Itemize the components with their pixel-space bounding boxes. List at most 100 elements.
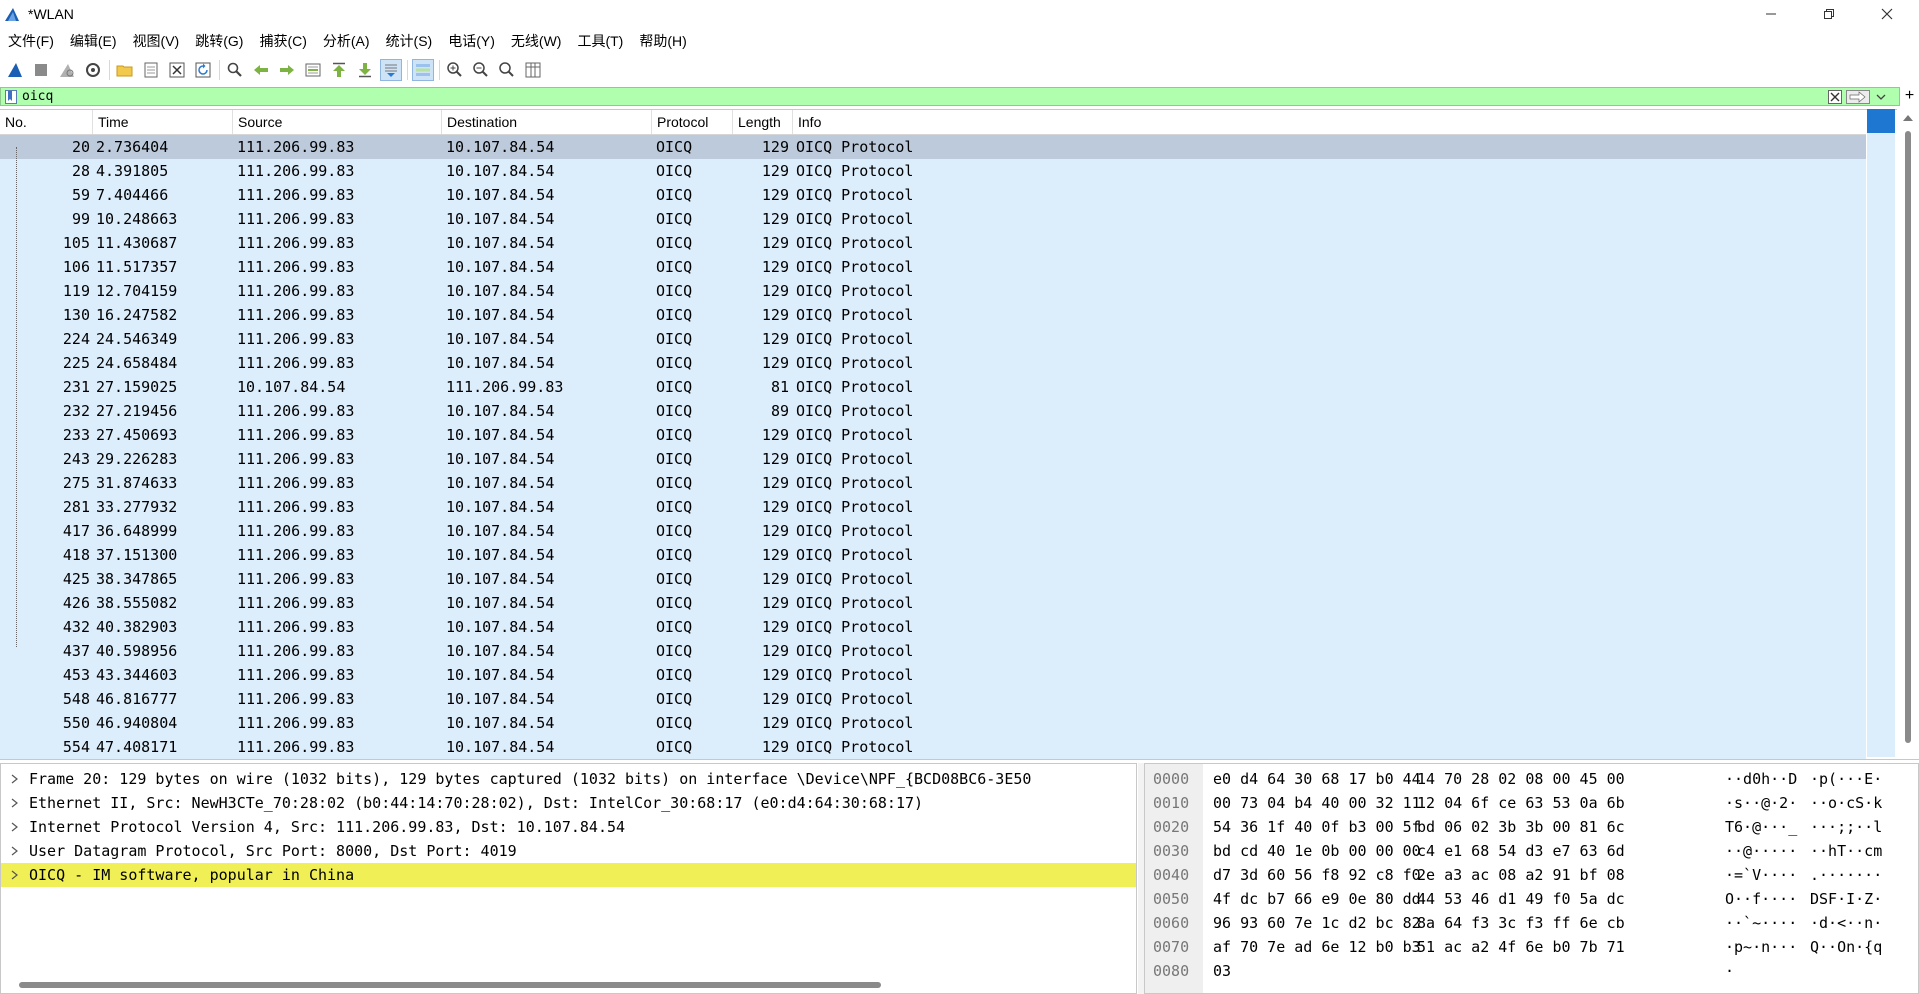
packet-row[interactable]: 59 7.404466 111.206.99.83 10.107.84.54 OICQ 1… bbox=[0, 183, 1866, 207]
start-capture-button[interactable] bbox=[4, 59, 26, 81]
packet-row[interactable]: 106 11.517357 111.206.99.83 10.107.84.54 OIC… bbox=[0, 255, 1866, 279]
column-time[interactable]: Time bbox=[93, 110, 233, 134]
chevron-right-icon[interactable] bbox=[9, 863, 21, 887]
menu-view[interactable]: 视图(V) bbox=[125, 29, 188, 53]
clear-filter-icon[interactable] bbox=[1828, 90, 1842, 104]
last-packet-button[interactable] bbox=[354, 59, 376, 81]
menu-go[interactable]: 跳转(G) bbox=[187, 29, 251, 53]
byte-row[interactable]: 0020 54 36 1f 40 0f b3 00 5f bd 06 02 3b 3… bbox=[1145, 815, 1915, 839]
packet-minimap[interactable] bbox=[1867, 109, 1895, 757]
restore-button[interactable] bbox=[1800, 0, 1858, 28]
autoscroll-button[interactable] bbox=[380, 59, 402, 81]
detail-frame[interactable]: Frame 20: 129 bytes on wire (1032 bits),… bbox=[1, 767, 1136, 791]
byte-row[interactable]: 0050 4f dc b7 66 e9 0e 80 dd 44 53 46 d1 4… bbox=[1145, 887, 1915, 911]
packet-row[interactable]: 233 27.450693 111.206.99.83 10.107.84.54 OIC… bbox=[0, 423, 1866, 447]
packet-row[interactable]: 432 40.382903 111.206.99.83 10.107.84.54 OIC… bbox=[0, 615, 1866, 639]
chevron-right-icon[interactable] bbox=[9, 791, 21, 815]
packet-row[interactable]: 130 16.247582 111.206.99.83 10.107.84.54 OIC… bbox=[0, 303, 1866, 327]
column-protocol[interactable]: Protocol bbox=[652, 110, 733, 134]
packet-row[interactable]: 225 24.658484 111.206.99.83 10.107.84.54 OIC… bbox=[0, 351, 1866, 375]
open-file-button[interactable] bbox=[114, 59, 136, 81]
byte-row[interactable]: 0070 af 70 7e ad 6e 12 b0 b3 51 ac a2 4f 6… bbox=[1145, 935, 1915, 959]
menu-capture[interactable]: 捕获(C) bbox=[251, 29, 314, 53]
apply-filter-arrow-icon[interactable] bbox=[1846, 90, 1870, 104]
first-packet-button[interactable] bbox=[328, 59, 350, 81]
packet-row[interactable]: 105 11.430687 111.206.99.83 10.107.84.54 OIC… bbox=[0, 231, 1866, 255]
packet-list-scrollbar[interactable] bbox=[1897, 109, 1919, 757]
packet-row[interactable]: 119 12.704159 111.206.99.83 10.107.84.54 OIC… bbox=[0, 279, 1866, 303]
scroll-up-arrow-icon[interactable] bbox=[1903, 115, 1913, 121]
restart-capture-button[interactable] bbox=[56, 59, 78, 81]
menu-edit[interactable]: 编辑(E) bbox=[62, 29, 125, 53]
close-window-button[interactable] bbox=[1858, 0, 1916, 28]
go-back-button[interactable] bbox=[250, 59, 272, 81]
packet-row[interactable]: 231 27.159025 10.107.84.54 111.206.99.83 OIC… bbox=[0, 375, 1866, 399]
add-filter-button-plus-icon[interactable]: + bbox=[1900, 85, 1919, 107]
capture-options-button[interactable] bbox=[82, 59, 104, 81]
column-length[interactable]: Length bbox=[733, 110, 793, 134]
go-to-packet-button[interactable] bbox=[302, 59, 324, 81]
menu-analyze[interactable]: 分析(A) bbox=[315, 29, 378, 53]
colorize-button[interactable] bbox=[412, 59, 434, 81]
display-filter-input[interactable] bbox=[22, 88, 1822, 105]
packet-row[interactable]: 243 29.226283 111.206.99.83 10.107.84.54 OIC… bbox=[0, 447, 1866, 471]
chevron-right-icon[interactable] bbox=[9, 815, 21, 839]
chevron-right-icon[interactable] bbox=[9, 767, 21, 791]
packet-row[interactable]: 99 10.248663 111.206.99.83 10.107.84.54 OICQ… bbox=[0, 207, 1866, 231]
menu-telephony[interactable]: 电话(Y) bbox=[440, 29, 503, 53]
byte-row[interactable]: 0080 03 · bbox=[1145, 959, 1915, 983]
zoom-out-button[interactable] bbox=[470, 59, 492, 81]
find-packet-button[interactable] bbox=[224, 59, 246, 81]
detail-ipv4[interactable]: Internet Protocol Version 4, Src: 111.20… bbox=[1, 815, 1136, 839]
reload-file-button[interactable] bbox=[192, 59, 214, 81]
normal-size-button[interactable] bbox=[496, 59, 518, 81]
packet-row[interactable]: 426 38.555082 111.206.99.83 10.107.84.54 OIC… bbox=[0, 591, 1866, 615]
zoom-in-button[interactable] bbox=[444, 59, 466, 81]
byte-row[interactable]: 0000 e0 d4 64 30 68 17 b0 44 14 70 28 02 0… bbox=[1145, 767, 1915, 791]
packet-row[interactable]: 453 43.344603 111.206.99.83 10.107.84.54 OIC… bbox=[0, 663, 1866, 687]
scrollbar-thumb[interactable] bbox=[1905, 131, 1911, 743]
packet-row[interactable]: 554 47.408171 111.206.99.83 10.107.84.54 OIC… bbox=[0, 735, 1866, 759]
cell-destination: 10.107.84.54 bbox=[446, 690, 555, 708]
column-info[interactable]: Info bbox=[793, 110, 1866, 134]
filter-history-dropdown-icon[interactable] bbox=[1875, 90, 1887, 104]
packet-row[interactable]: 20 2.736404 111.206.99.83 10.107.84.54 OICQ 1… bbox=[0, 135, 1866, 159]
byte-row[interactable]: 0060 96 93 60 7e 1c d2 bc 82 8a 64 f3 3c f… bbox=[1145, 911, 1915, 935]
packet-row[interactable]: 437 40.598956 111.206.99.83 10.107.84.54 OIC… bbox=[0, 639, 1866, 663]
menu-statistics[interactable]: 统计(S) bbox=[378, 29, 441, 53]
go-forward-button[interactable] bbox=[276, 59, 298, 81]
packet-row[interactable]: 28 4.391805 111.206.99.83 10.107.84.54 OICQ 1… bbox=[0, 159, 1866, 183]
packet-row[interactable]: 224 24.546349 111.206.99.83 10.107.84.54 OIC… bbox=[0, 327, 1866, 351]
detail-ethernet[interactable]: Ethernet II, Src: NewH3CTe_70:28:02 (b0:… bbox=[1, 791, 1136, 815]
packet-row[interactable]: 548 46.816777 111.206.99.83 10.107.84.54 OIC… bbox=[0, 687, 1866, 711]
byte-row[interactable]: 0030 bd cd 40 1e 0b 00 00 00 c4 e1 68 54 d… bbox=[1145, 839, 1915, 863]
detail-oicq[interactable]: OICQ - IM software, popular in China bbox=[1, 863, 1136, 887]
details-horizontal-scrollbar[interactable] bbox=[19, 982, 881, 988]
save-file-button[interactable] bbox=[140, 59, 162, 81]
bookmark-icon[interactable] bbox=[5, 90, 17, 104]
stop-capture-button[interactable] bbox=[30, 59, 52, 81]
packet-row[interactable]: 550 46.940804 111.206.99.83 10.107.84.54 OIC… bbox=[0, 711, 1866, 735]
chevron-right-icon[interactable] bbox=[9, 839, 21, 863]
packet-row[interactable]: 275 31.874633 111.206.99.83 10.107.84.54 OIC… bbox=[0, 471, 1866, 495]
menu-file[interactable]: 文件(F) bbox=[0, 29, 62, 53]
minimize-button[interactable] bbox=[1742, 0, 1800, 28]
column-destination[interactable]: Destination bbox=[442, 110, 652, 134]
packet-row[interactable]: 418 37.151300 111.206.99.83 10.107.84.54 OIC… bbox=[0, 543, 1866, 567]
menu-wireless[interactable]: 无线(W) bbox=[503, 29, 570, 53]
resize-columns-button[interactable] bbox=[522, 59, 544, 81]
cell-protocol: OICQ bbox=[656, 234, 693, 252]
byte-row[interactable]: 0010 00 73 04 b4 40 00 32 11 12 04 6f ce 6… bbox=[1145, 791, 1915, 815]
column-source[interactable]: Source bbox=[233, 110, 442, 134]
menu-help[interactable]: 帮助(H) bbox=[631, 29, 694, 53]
packet-row[interactable]: 281 33.277932 111.206.99.83 10.107.84.54 OIC… bbox=[0, 495, 1866, 519]
packet-row[interactable]: 425 38.347865 111.206.99.83 10.107.84.54 OIC… bbox=[0, 567, 1866, 591]
byte-row[interactable]: 0040 d7 3d 60 56 f8 92 c8 f0 2e a3 ac 08 a… bbox=[1145, 863, 1915, 887]
menu-tools[interactable]: 工具(T) bbox=[569, 29, 631, 53]
packet-row[interactable]: 232 27.219456 111.206.99.83 10.107.84.54 OIC… bbox=[0, 399, 1866, 423]
packet-row[interactable]: 417 36.648999 111.206.99.83 10.107.84.54 OIC… bbox=[0, 519, 1866, 543]
stop-square-icon bbox=[35, 64, 47, 76]
close-file-button[interactable] bbox=[166, 59, 188, 81]
column-no[interactable]: No. bbox=[0, 110, 93, 134]
detail-udp[interactable]: User Datagram Protocol, Src Port: 8000, … bbox=[1, 839, 1136, 863]
